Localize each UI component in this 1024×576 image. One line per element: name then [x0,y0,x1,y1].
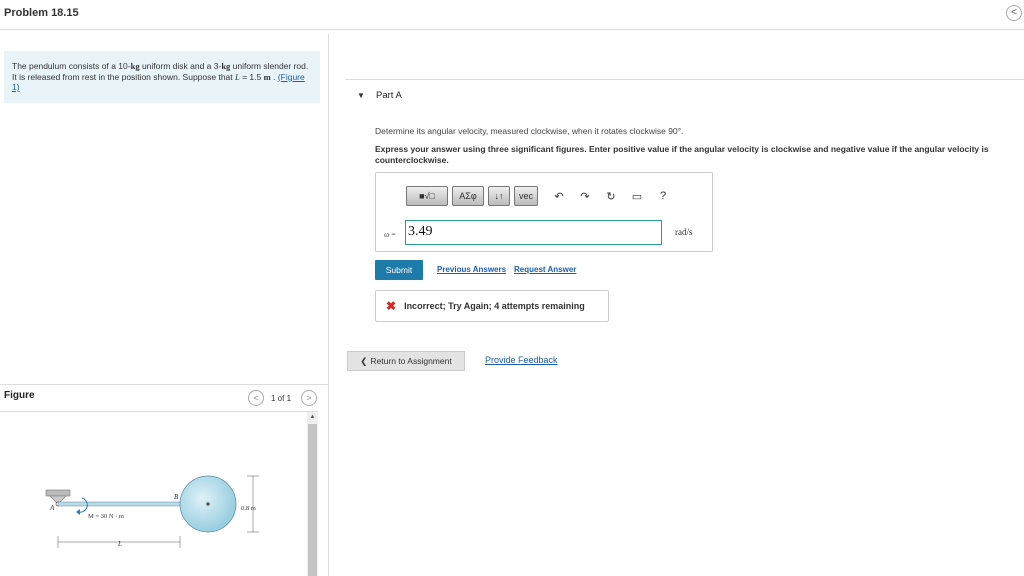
instructions-text: Express your answer using three signific… [375,144,989,165]
label-diameter: 0.8 m [241,505,256,512]
help-icon[interactable]: ? [654,187,672,205]
figure-divider [0,384,328,385]
label-a: A [49,504,55,512]
answer-variable-label: ω = [384,230,396,239]
question-text: Determine its angular velocity, measured… [375,126,684,136]
keyboard-icon[interactable]: ▭ [628,187,646,205]
problem-title: Problem 18.15 [4,7,79,19]
templates-button[interactable]: ■√□ [406,186,448,206]
pendulum-figure: A B M = 30 N · m L 0.8 m [45,475,259,548]
answer-unit-label: rad/s [675,227,693,237]
return-to-assignment-button[interactable]: ❮ Return to Assignment [347,351,465,371]
scroll-up-icon[interactable]: ▲ [307,414,318,420]
return-label: Return to Assignment [370,356,452,366]
problem-text: uniform disk and a 3- [139,61,222,71]
chevron-left-icon: ❮ [360,355,368,366]
pin-support [45,489,71,497]
answer-input[interactable]: 3.49 [405,220,662,245]
submit-button[interactable]: Submit [375,260,423,280]
problem-text: = 1.5 [239,71,264,82]
label-b: B [174,493,179,501]
problem-statement: The pendulum consists of a 10-kg uniform… [4,51,320,103]
figure-prev-button[interactable]: < [248,390,264,406]
part-a-label[interactable]: Part A [376,90,402,101]
request-answer-link[interactable]: Request Answer [514,265,576,274]
figure-title: Figure [4,390,35,401]
problem-text: The pendulum consists of a 10- [12,61,131,71]
label-moment: M = 30 N · m [88,513,124,520]
label-L: L [117,540,122,548]
subscript-superscript-button[interactable]: ↓↑ [488,186,510,206]
incorrect-icon: ✖ [386,299,397,313]
figure-next-button[interactable]: > [301,390,317,406]
unit-kg: kg [221,61,231,71]
moment-arrowhead [76,509,80,515]
unit-kg: kg [130,61,140,71]
math-toolbar: ■√□ ΑΣφ ↓↑ vec ↶ ↷ ↻ ▭ ? [406,185,672,207]
greek-symbols-button[interactable]: ΑΣφ [452,186,484,206]
vector-button[interactable]: vec [514,186,538,206]
reset-icon[interactable]: ↻ [602,187,620,205]
feedback-message: ✖ Incorrect; Try Again; 4 attempts remai… [375,290,609,322]
panel-divider [328,34,329,576]
collapse-panel-button[interactable]: < [1006,5,1022,21]
redo-icon[interactable]: ↷ [576,187,594,205]
slender-rod [57,501,181,507]
previous-answers-link[interactable]: Previous Answers [437,265,506,274]
provide-feedback-link[interactable]: Provide Feedback [485,355,558,365]
figure-header-divider [0,411,318,412]
collapse-caret-icon[interactable]: ▼ [357,91,365,100]
feedback-text: Incorrect; Try Again; 4 attempts remaini… [404,301,585,311]
part-divider [345,79,1024,80]
figure-counter: 1 of 1 [271,394,292,403]
problem-text: . [270,71,278,82]
unit-m: m [263,71,271,82]
answer-panel: ■√□ ΑΣφ ↓↑ vec ↶ ↷ ↻ ▭ ? ω = 3.49 rad/s [375,172,713,252]
undo-icon[interactable]: ↶ [550,187,568,205]
header-divider [0,29,1024,30]
scrollbar-thumb[interactable] [308,424,317,576]
disk-center [206,502,210,506]
